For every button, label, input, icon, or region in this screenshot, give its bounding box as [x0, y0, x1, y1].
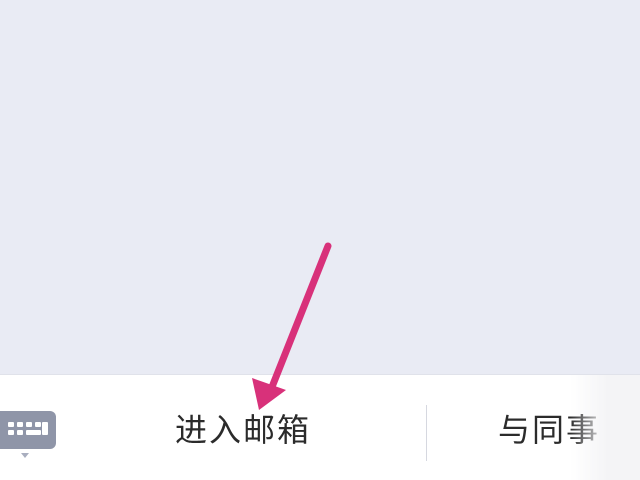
message-area	[0, 0, 640, 374]
menu-item-label: 进入邮箱	[174, 411, 311, 449]
chat-screen: 进入邮箱 与同事	[0, 0, 640, 480]
keyboard-toggle-button[interactable]	[0, 405, 60, 461]
caret-down-icon	[21, 453, 29, 458]
bottom-menu-bar: 进入邮箱 与同事	[0, 374, 640, 480]
edge-fade	[570, 375, 640, 480]
menu-divider	[426, 405, 427, 461]
keyboard-icon	[0, 411, 56, 449]
menu-item-enter-mailbox[interactable]: 进入邮箱	[60, 375, 426, 480]
